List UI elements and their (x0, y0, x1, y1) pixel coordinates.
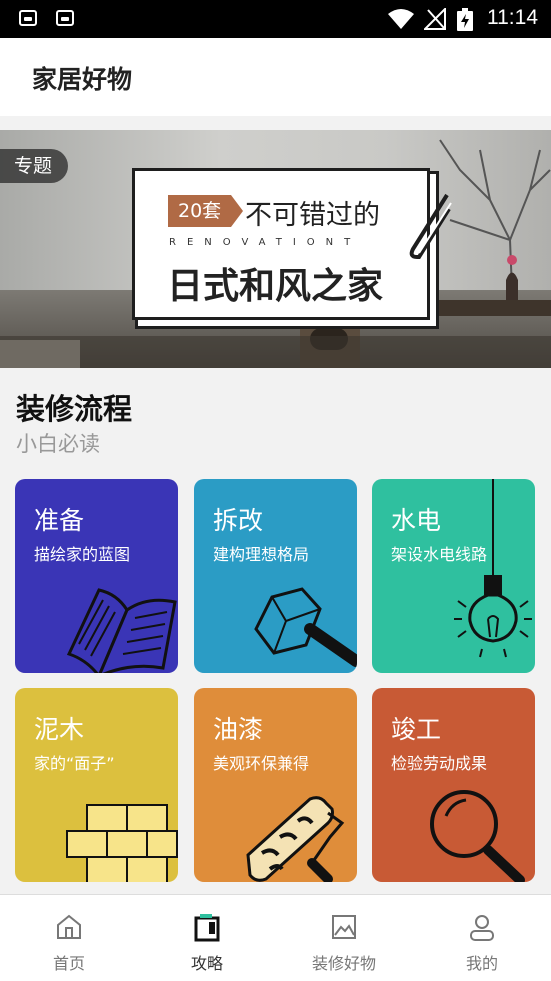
status-bar: 11:14 (0, 0, 551, 38)
card-title: 拆改 (213, 506, 264, 535)
card-title: 泥木 (34, 715, 85, 744)
nav-item-home-goods[interactable]: 装修好物 (275, 895, 413, 981)
open-book-icon (66, 588, 177, 673)
card-title: 准备 (34, 506, 85, 535)
renovation-process-section: 装修流程 小白必读 准备 描绘家的蓝图 拆改 建构理想格局 水电 架设水电线路 (0, 368, 551, 894)
nav-item-guide[interactable]: 攻略 (138, 895, 276, 981)
card-subtitle: 建构理想格局 (213, 545, 310, 564)
notification-icon (56, 10, 74, 26)
home-icon (57, 914, 81, 939)
bottom-nav: 首页 攻略 装修好物 我的 (0, 894, 551, 981)
card-subtitle: 美观环保兼得 (213, 754, 310, 773)
app-header: 家居好物 (0, 38, 551, 116)
nav-label: 我的 (465, 954, 498, 973)
card-subtitle: 描绘家的蓝图 (34, 545, 131, 564)
count-label: 20套 (168, 195, 244, 227)
card-subtitle: 检验劳动成果 (391, 754, 488, 773)
topic-banner[interactable]: 专题 20套 不可错过的 RENOVATIONT 日式和风之家 (0, 130, 551, 368)
card-prepare[interactable]: 准备 描绘家的蓝图 (15, 479, 178, 673)
banner-title: 日式和风之家 (167, 266, 384, 307)
user-icon (470, 915, 494, 941)
brick-wall-icon (66, 804, 178, 882)
page-title: 家居好物 (32, 65, 133, 94)
hammer-icon (254, 587, 357, 667)
banner-sign: 20套 不可错过的 RENOVATIONT 日式和风之家 (132, 168, 452, 320)
paint-roller-icon (246, 796, 345, 882)
card-title: 油漆 (213, 715, 264, 744)
notification-icon (19, 10, 37, 26)
no-signal-icon (424, 8, 446, 30)
card-masonry-carpentry[interactable]: 泥木 家的“面子” (15, 688, 178, 882)
card-subtitle: 家的“面子” (34, 754, 115, 773)
banner-english: RENOVATIONT (169, 237, 362, 248)
section-title: 装修流程 (16, 392, 133, 426)
picture-icon (332, 915, 356, 939)
nav-label: 攻略 (190, 954, 223, 973)
nav-item-home[interactable]: 首页 (0, 895, 138, 981)
banner-tag: 专题 (0, 149, 69, 183)
card-painting[interactable]: 油漆 美观环保兼得 (194, 688, 357, 882)
card-title: 竣工 (391, 715, 442, 744)
banner-headline: 不可错过的 (245, 200, 380, 231)
nav-item-profile[interactable]: 我的 (413, 895, 551, 981)
light-bulb-icon (454, 479, 532, 658)
nav-label: 装修好物 (311, 954, 376, 973)
status-time: 11:14 (487, 6, 538, 29)
section-subtitle: 小白必读 (16, 432, 100, 456)
battery-charging-icon (457, 8, 473, 31)
nav-label: 首页 (52, 954, 85, 973)
card-demolish[interactable]: 拆改 建构理想格局 (194, 479, 357, 673)
card-title: 水电 (391, 506, 442, 535)
magnifier-icon (430, 790, 525, 882)
paperclip-icon (409, 193, 452, 259)
card-plumbing-electric[interactable]: 水电 架设水电线路 (372, 479, 535, 673)
guide-icon (194, 914, 220, 942)
card-completion[interactable]: 竣工 检验劳动成果 (372, 688, 535, 882)
wifi-icon (388, 9, 414, 29)
